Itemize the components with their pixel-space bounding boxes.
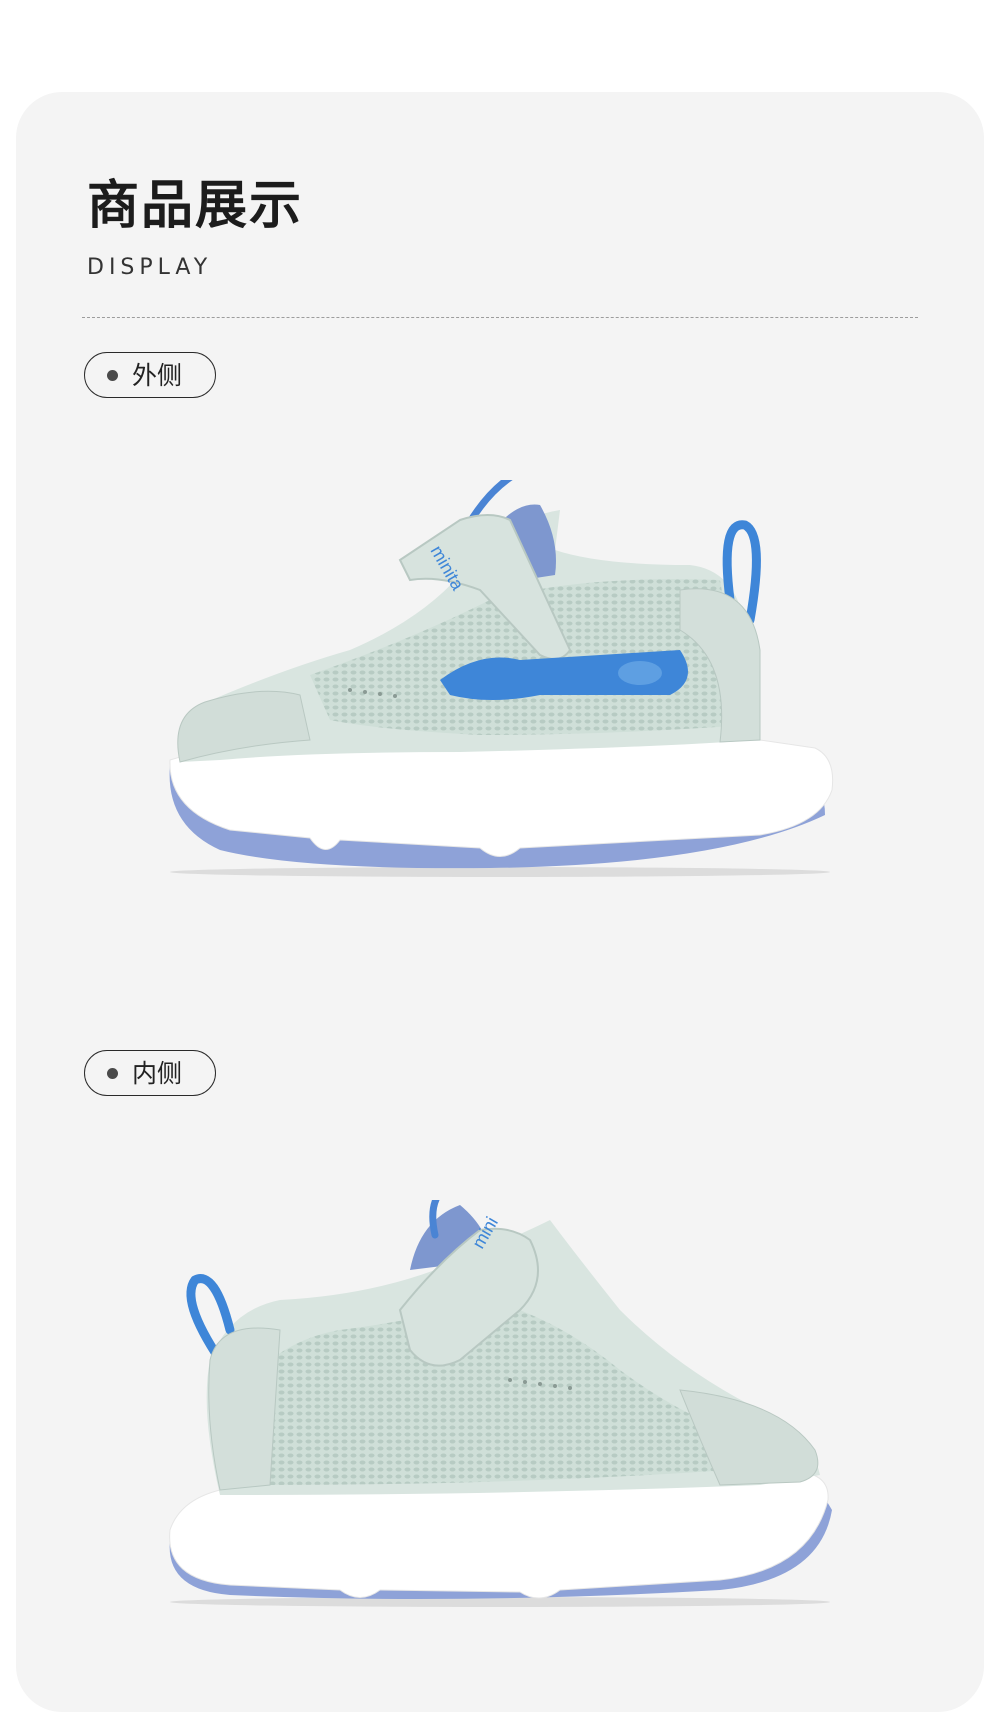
view-tag-lateral: 外侧 — [84, 352, 216, 398]
view-tag-label: 内侧 — [132, 1058, 183, 1088]
shoe-medial-image: mini — [169, 1200, 833, 1607]
dashed-divider — [82, 317, 918, 318]
section-subtitle: DISPLAY — [87, 255, 213, 280]
section-title: 商品展示 — [87, 176, 304, 236]
bullet-icon — [107, 1067, 118, 1079]
view-tag-medial: 内侧 — [84, 1050, 216, 1096]
view-tag-label: 外侧 — [132, 360, 183, 390]
bullet-icon — [107, 369, 118, 381]
shoe-lateral-image: minita — [169, 480, 834, 877]
